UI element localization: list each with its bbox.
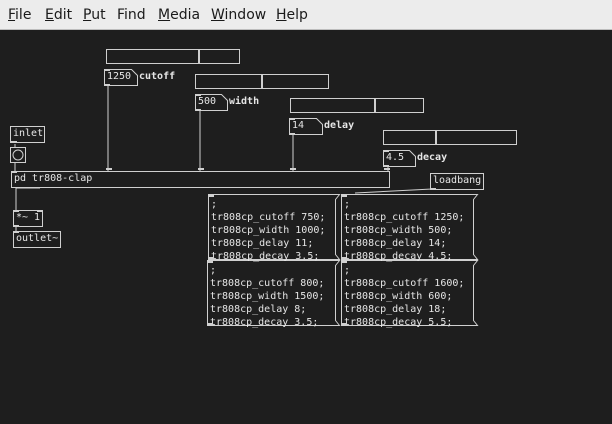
menu-help[interactable]: Help	[276, 6, 308, 24]
patch-canvas[interactable]: 1250 cutoff 500 width 14 delay 4.5 decay…	[0, 31, 612, 424]
menu-edit[interactable]: Edit	[45, 6, 72, 24]
menu-media[interactable]: Media	[158, 6, 200, 24]
menu-window[interactable]: Window	[211, 6, 266, 24]
object-nubs	[11, 69, 436, 325]
menu-put[interactable]: Put	[83, 6, 106, 24]
menu-find[interactable]: Find	[117, 6, 146, 24]
menu-bar: File Edit Put Find Media Window Help	[0, 0, 612, 30]
menu-file[interactable]: File	[8, 6, 31, 24]
